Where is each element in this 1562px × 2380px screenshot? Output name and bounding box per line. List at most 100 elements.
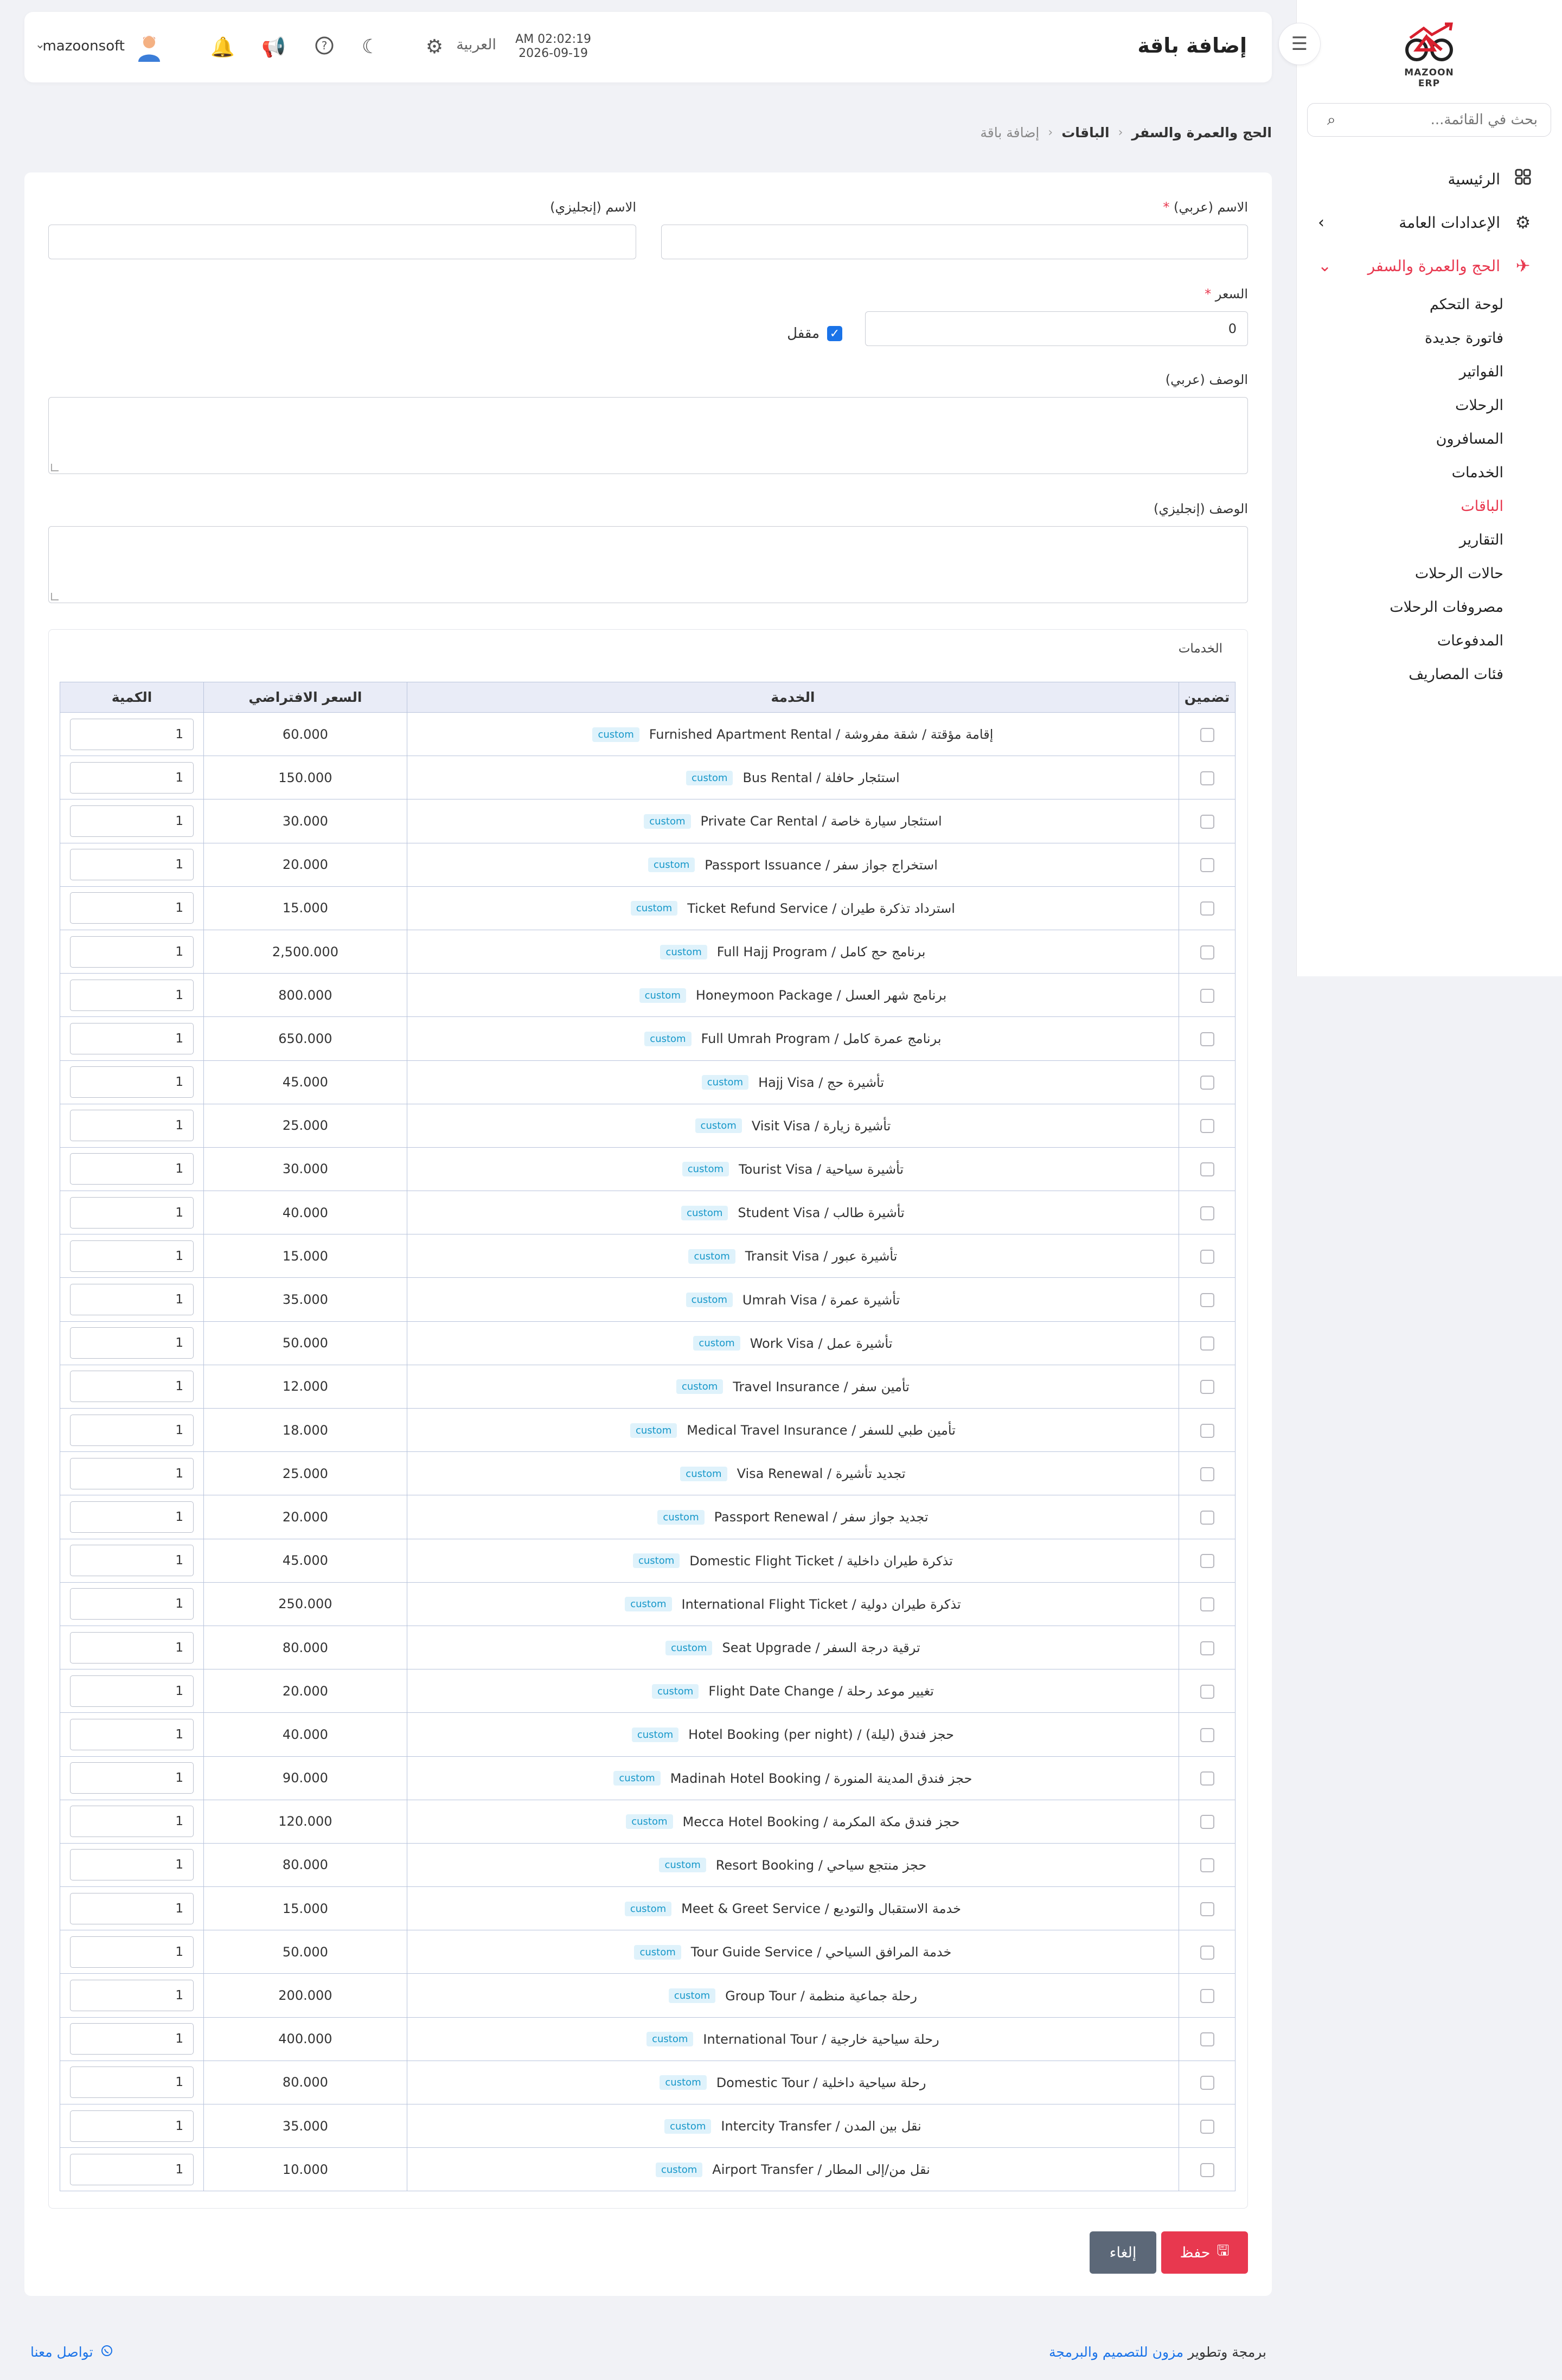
name-en-input[interactable]	[48, 225, 636, 259]
include-checkbox[interactable]	[1200, 1336, 1214, 1351]
quantity-input[interactable]	[70, 2023, 194, 2055]
include-checkbox[interactable]	[1200, 727, 1214, 742]
include-checkbox[interactable]	[1200, 945, 1214, 959]
quantity-input[interactable]	[70, 1022, 194, 1054]
quantity-input[interactable]	[70, 1632, 194, 1664]
quantity-input[interactable]	[70, 1892, 194, 1924]
sidebar-subitem-payments[interactable]: المدفوعات	[1296, 624, 1503, 657]
quantity-input[interactable]	[70, 1240, 194, 1272]
footer-brand-link[interactable]: مزون للتصميم والبرمجة	[1049, 2344, 1183, 2360]
desc-ar-textarea[interactable]	[48, 397, 1248, 474]
quantity-input[interactable]	[70, 2153, 194, 2185]
sidebar-subitem-reports[interactable]: التقارير	[1296, 523, 1503, 556]
quantity-input[interactable]	[70, 892, 194, 924]
include-checkbox[interactable]	[1200, 1423, 1214, 1438]
include-checkbox[interactable]	[1200, 814, 1214, 829]
quantity-input[interactable]	[70, 936, 194, 968]
quantity-input[interactable]	[70, 805, 194, 837]
quantity-input[interactable]	[70, 1980, 194, 2012]
name-ar-input[interactable]	[661, 225, 1248, 259]
include-checkbox[interactable]	[1200, 1206, 1214, 1220]
quantity-input[interactable]	[70, 1501, 194, 1533]
help-icon[interactable]: ?	[312, 36, 336, 60]
include-checkbox[interactable]	[1200, 771, 1214, 785]
gear-icon[interactable]: ⚙	[422, 36, 446, 58]
include-checkbox[interactable]	[1200, 1554, 1214, 1569]
sidebar-subitem-trip-statuses[interactable]: حالات الرحلات	[1296, 556, 1503, 590]
sidebar-subitem-new-invoice[interactable]: فاتورة جديدة	[1296, 321, 1503, 355]
include-checkbox[interactable]	[1200, 1249, 1214, 1264]
quantity-input[interactable]	[70, 1153, 194, 1185]
breadcrumb-item-packages[interactable]: الباقات	[1061, 125, 1109, 140]
price-input[interactable]	[865, 311, 1248, 346]
quantity-input[interactable]	[70, 1545, 194, 1577]
sidebar-subitem-packages[interactable]: الباقات	[1296, 489, 1503, 523]
quantity-input[interactable]	[70, 979, 194, 1011]
username[interactable]: mazoonsoft	[42, 38, 125, 54]
include-checkbox[interactable]	[1200, 2163, 1214, 2177]
quantity-input[interactable]	[70, 1588, 194, 1620]
megaphone-icon[interactable]: 📢	[261, 36, 286, 59]
include-checkbox[interactable]	[1200, 1293, 1214, 1308]
quantity-input[interactable]	[70, 1718, 194, 1750]
sidebar-item-home[interactable]: الرئيسية	[1296, 157, 1562, 201]
quantity-input[interactable]	[70, 1675, 194, 1707]
include-checkbox[interactable]	[1200, 1902, 1214, 1916]
quantity-input[interactable]	[70, 762, 194, 794]
include-checkbox[interactable]	[1200, 1162, 1214, 1177]
include-checkbox[interactable]	[1200, 1597, 1214, 1612]
include-checkbox[interactable]	[1200, 1467, 1214, 1481]
include-checkbox[interactable]	[1200, 1119, 1214, 1134]
quantity-input[interactable]	[70, 1849, 194, 1881]
moon-icon[interactable]: ☾	[359, 36, 382, 58]
include-checkbox[interactable]	[1200, 1076, 1214, 1090]
cancel-button[interactable]: إلغاء	[1090, 2231, 1156, 2274]
sidebar-subitem-trip-expenses[interactable]: مصروفات الرحلات	[1296, 590, 1503, 624]
sidebar-search[interactable]: ⌕	[1307, 103, 1551, 137]
quantity-input[interactable]	[70, 1371, 194, 1403]
include-checkbox[interactable]	[1200, 1989, 1214, 2004]
avatar[interactable]	[133, 31, 165, 64]
sidebar-item-hajj-umrah-travel[interactable]: ✈ الحج والعمرة والسفر ⌄	[1296, 244, 1562, 287]
locked-checkbox-row[interactable]: ✓ مقفل	[787, 325, 842, 342]
include-checkbox[interactable]	[1200, 1945, 1214, 1960]
quantity-input[interactable]	[70, 1762, 194, 1794]
include-checkbox[interactable]	[1200, 2076, 1214, 2090]
include-checkbox[interactable]	[1200, 901, 1214, 916]
sidebar-subitem-dashboard[interactable]: لوحة التحكم	[1296, 287, 1503, 321]
include-checkbox[interactable]	[1200, 1771, 1214, 1786]
sidebar-toggle-button[interactable]: ☰	[1278, 23, 1321, 65]
sidebar-search-input[interactable]	[1335, 112, 1538, 128]
quantity-input[interactable]	[70, 1066, 194, 1098]
save-button[interactable]: 🖫 حفظ	[1161, 2231, 1248, 2274]
quantity-input[interactable]	[70, 1110, 194, 1142]
quantity-input[interactable]	[70, 1327, 194, 1359]
sidebar-subitem-expense-categories[interactable]: فئات المصاريف	[1296, 657, 1503, 691]
include-checkbox[interactable]	[1200, 1510, 1214, 1525]
include-checkbox[interactable]	[1200, 2119, 1214, 2134]
quantity-input[interactable]	[70, 1457, 194, 1489]
sidebar-subitem-trips[interactable]: الرحلات	[1296, 388, 1503, 422]
quantity-input[interactable]	[70, 1284, 194, 1316]
include-checkbox[interactable]	[1200, 988, 1214, 1003]
sidebar-subitem-travelers[interactable]: المسافرون	[1296, 422, 1503, 456]
include-checkbox[interactable]	[1200, 1728, 1214, 1742]
quantity-input[interactable]	[70, 1414, 194, 1446]
include-checkbox[interactable]	[1200, 1380, 1214, 1394]
sidebar-subitem-invoices[interactable]: الفواتير	[1296, 355, 1503, 388]
footer-contact-link[interactable]: تواصل معنا	[30, 2344, 113, 2360]
quantity-input[interactable]	[70, 2066, 194, 2099]
sidebar-item-general-settings[interactable]: ⚙ الإعدادات العامة ›	[1296, 201, 1562, 244]
logo[interactable]: MAZOON ERP	[1394, 22, 1464, 89]
locked-checkbox[interactable]: ✓	[827, 326, 842, 341]
include-checkbox[interactable]	[1200, 1641, 1214, 1655]
sidebar-subitem-services[interactable]: الخدمات	[1296, 456, 1503, 489]
language-switch[interactable]: العربية	[456, 36, 496, 53]
chevron-down-icon[interactable]: ⌄	[35, 38, 45, 52]
include-checkbox[interactable]	[1200, 1032, 1214, 1046]
include-checkbox[interactable]	[1200, 1684, 1214, 1699]
desc-en-textarea[interactable]	[48, 526, 1248, 603]
include-checkbox[interactable]	[1200, 2032, 1214, 2047]
quantity-input[interactable]	[70, 849, 194, 881]
quantity-input[interactable]	[70, 1806, 194, 1838]
